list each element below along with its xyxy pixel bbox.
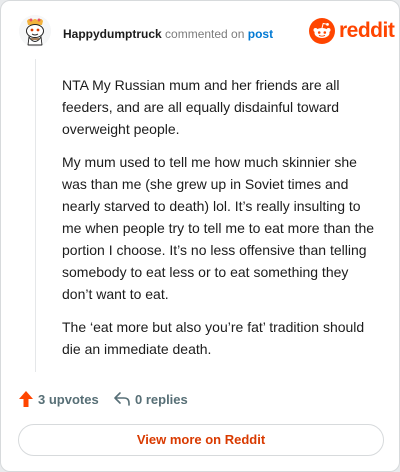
- user-avatar[interactable]: [19, 15, 51, 47]
- username-link[interactable]: Happydumptruck: [63, 27, 162, 41]
- comment-meta: Happydumptruck commented on post: [63, 27, 273, 41]
- embedded-comment-card: Happydumptruck commented on post reddit …: [0, 0, 400, 472]
- upvote-arrow-icon: [19, 391, 33, 407]
- reddit-wordmark: reddit: [339, 19, 395, 42]
- replies-count: 0 replies: [135, 392, 188, 407]
- reddit-brand[interactable]: reddit: [309, 18, 395, 44]
- thread-line[interactable]: [35, 59, 36, 372]
- comment-footer: 3 upvotes 0 replies: [18, 389, 378, 409]
- comment-paragraph-2: My mum used to tell me how much skinnier…: [62, 154, 375, 302]
- comment-paragraph-1: NTA My Russian mum and her friends are a…: [62, 77, 340, 137]
- upvote-count: 3 upvotes: [38, 392, 99, 407]
- view-more-button[interactable]: View more on Reddit: [18, 424, 384, 456]
- comment-paragraph-3: The ‘eat more but also you’re fat’ tradi…: [62, 319, 365, 357]
- action-text: commented on: [165, 27, 245, 41]
- comment-header: Happydumptruck commented on post reddit: [19, 15, 395, 55]
- reply-arrow-icon: [114, 392, 130, 406]
- reddit-logo-icon: [309, 18, 335, 44]
- comment-body: NTA My Russian mum and her friends are a…: [62, 74, 380, 371]
- post-link[interactable]: post: [248, 27, 273, 41]
- snoo-avatar-icon: [19, 15, 51, 47]
